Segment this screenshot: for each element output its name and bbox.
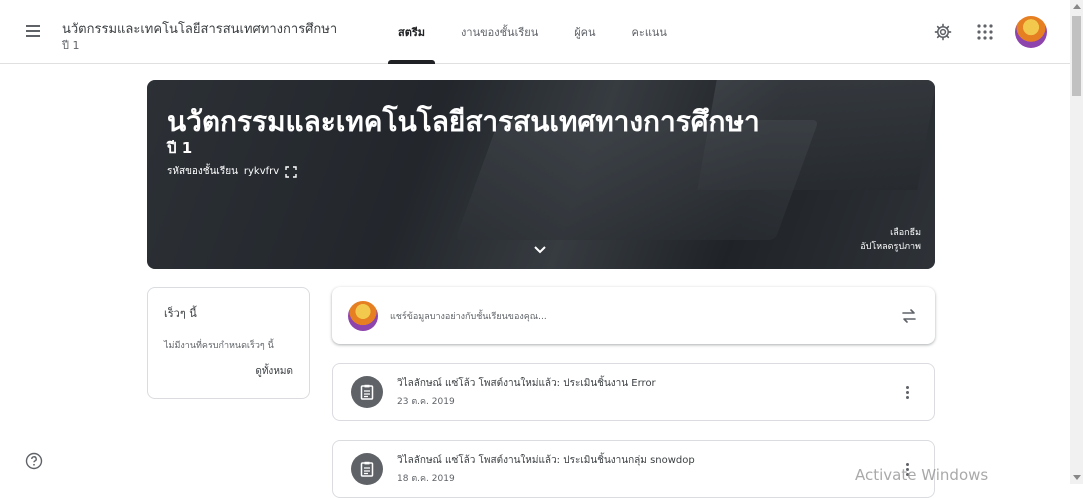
page-scrollbar[interactable]: [1070, 0, 1083, 484]
apps-grid-icon[interactable]: [973, 20, 997, 44]
main-menu-button[interactable]: [26, 22, 46, 42]
tab-stream[interactable]: สตรีม: [380, 0, 443, 64]
upload-photo-link[interactable]: อัปโหลดรูปภาพ: [860, 240, 921, 254]
tab-people[interactable]: ผู้คน: [556, 0, 613, 64]
upcoming-title: เร็วๆ นี้: [164, 307, 197, 320]
post-title[interactable]: วิไลลักษณ์ แซ่โล้ว โพสต์งานใหม่แล้ว: ประ…: [397, 376, 898, 391]
view-all-link[interactable]: ดูทั้งหมด: [164, 364, 293, 379]
kebab-dot: [905, 390, 909, 394]
more-options-icon[interactable]: [898, 380, 916, 404]
class-section: ปี 1: [62, 39, 80, 52]
repost-icon[interactable]: [899, 306, 919, 326]
post-body: วิไลลักษณ์ แซ่โล้ว โพสต์งานใหม่แล้ว: ประ…: [397, 453, 898, 485]
class-banner: นวัตกรรมและเทคโนโลยีสารสนเทศทางการศึกษา …: [147, 80, 935, 269]
tab-classwork[interactable]: งานของชั้นเรียน: [443, 0, 556, 64]
scroll-down-arrow-icon[interactable]: [1073, 475, 1081, 480]
banner-class-title: นวัตกรรมและเทคโนโลยีสารสนเทศทางการศึกษา: [167, 105, 760, 138]
stream-post[interactable]: วิไลลักษณ์ แซ่โล้ว โพสต์งานใหม่แล้ว: ประ…: [332, 363, 935, 421]
post-title[interactable]: วิไลลักษณ์ แซ่โล้ว โพสต์งานใหม่แล้ว: ประ…: [397, 453, 898, 468]
class-code-value: rykvfrv: [243, 166, 280, 177]
activate-windows-watermark: Activate Windows: [855, 466, 989, 484]
select-theme-link[interactable]: เลือกธีม: [860, 226, 921, 240]
settings-icon[interactable]: [931, 20, 955, 44]
header-actions: [931, 16, 1047, 48]
banner-customize-links: เลือกธีม อัปโหลดรูปภาพ: [860, 226, 921, 254]
assignment-icon: [351, 453, 383, 485]
class-code-row: รหัสของชั้นเรียน rykvfrv: [167, 164, 297, 179]
class-tabs: สตรีม งานของชั้นเรียน ผู้คน คะแนน: [380, 0, 685, 64]
share-announcement-box[interactable]: แชร์ข้อมูลบางอย่างกับชั้นเรียนของคุณ...: [332, 287, 935, 344]
class-title[interactable]: นวัตกรรมและเทคโนโลยีสารสนเทศทางการศึกษา: [62, 18, 337, 39]
account-avatar[interactable]: [1015, 16, 1047, 48]
fullscreen-icon[interactable]: [285, 165, 297, 178]
stream-post[interactable]: วิไลลักษณ์ แซ่โล้ว โพสต์งานใหม่แล้ว: ประ…: [332, 440, 935, 498]
upcoming-card: เร็วๆ นี้ ไม่มีงานที่ครบกำหนดเร็วๆ นี้ ด…: [147, 287, 310, 399]
user-avatar: [348, 300, 378, 331]
hamburger-line: [26, 25, 40, 27]
kebab-dot: [905, 395, 909, 399]
upcoming-empty-text: ไม่มีงานที่ครบกำหนดเร็วๆ นี้: [164, 341, 274, 351]
chevron-down-icon[interactable]: [533, 240, 547, 259]
help-icon[interactable]: [25, 452, 43, 470]
class-code-label: รหัสของชั้นเรียน: [167, 166, 238, 177]
hamburger-line: [26, 35, 40, 37]
top-app-bar: นวัตกรรมและเทคโนโลยีสารสนเทศทางการศึกษา …: [0, 0, 1083, 64]
assignment-icon: [351, 376, 383, 408]
scroll-up-arrow-icon[interactable]: [1073, 4, 1081, 9]
post-body: วิไลลักษณ์ แซ่โล้ว โพสต์งานใหม่แล้ว: ประ…: [397, 376, 898, 408]
kebab-dot: [905, 385, 909, 389]
share-placeholder[interactable]: แชร์ข้อมูลบางอย่างกับชั้นเรียนของคุณ...: [390, 309, 899, 323]
post-date: 23 ต.ค. 2019: [397, 397, 455, 407]
banner-class-section: ปี 1: [167, 139, 193, 157]
hamburger-line: [26, 30, 40, 32]
tab-grades[interactable]: คะแนน: [614, 0, 685, 64]
post-date: 18 ต.ค. 2019: [397, 474, 455, 484]
scroll-thumb[interactable]: [1072, 16, 1081, 96]
